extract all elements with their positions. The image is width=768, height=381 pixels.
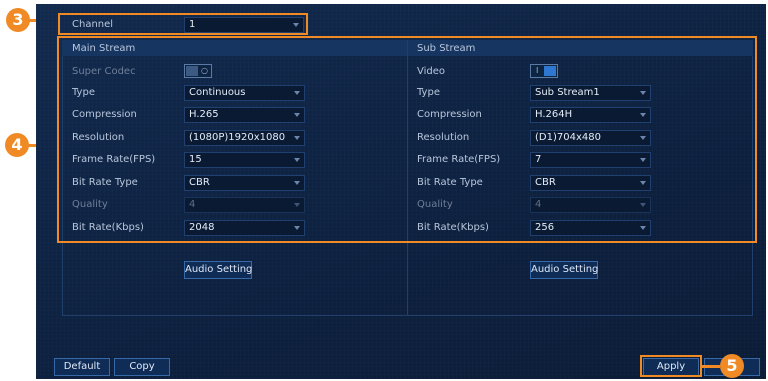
main-audio-setting-button[interactable]: Audio Setting xyxy=(184,261,252,279)
callout-marker-5: 5 xyxy=(720,354,744,378)
default-button[interactable]: Default xyxy=(54,358,110,376)
callout-marker-4: 4 xyxy=(5,133,29,157)
channel-highlight xyxy=(58,13,308,35)
callout-marker-3: 3 xyxy=(6,8,30,32)
apply-highlight xyxy=(640,355,702,377)
callout-connector-5 xyxy=(702,365,720,368)
copy-button[interactable]: Copy xyxy=(114,358,170,376)
sub-audio-setting-button[interactable]: Audio Setting xyxy=(530,261,598,279)
stream-settings-highlight xyxy=(57,36,757,243)
